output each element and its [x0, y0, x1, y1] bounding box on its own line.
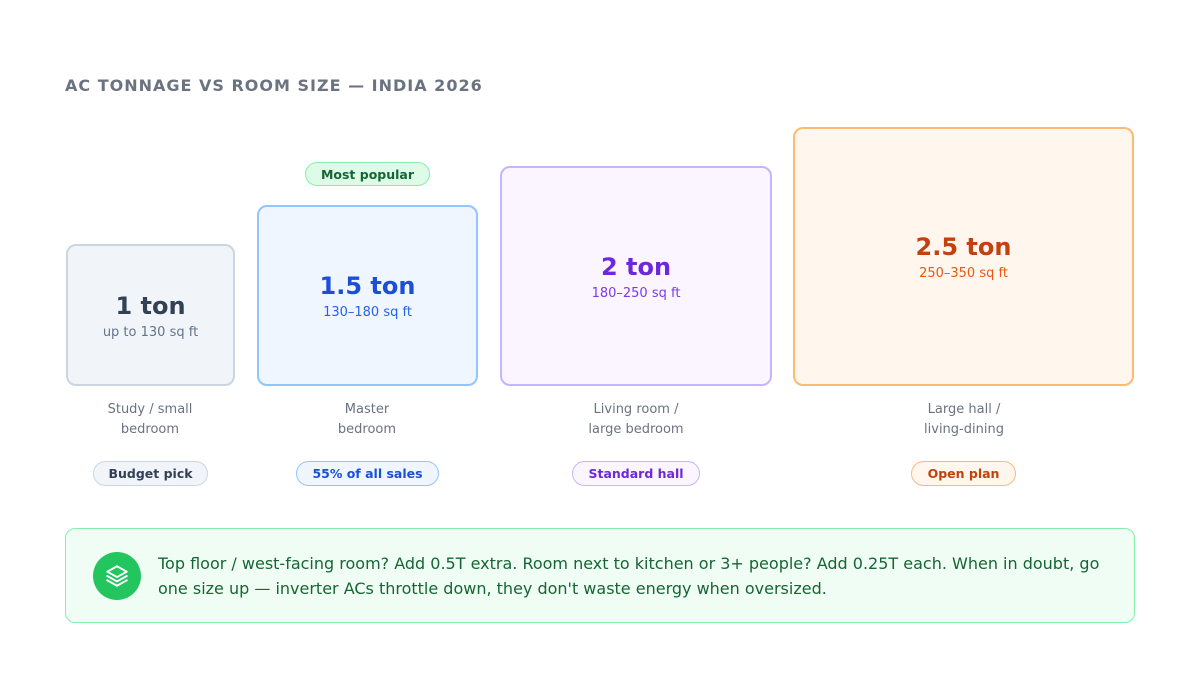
chart-title: AC TONNAGE VS ROOM SIZE — INDIA 2026 [65, 76, 483, 95]
room-type: Master bedroom [267, 400, 467, 440]
size-range: up to 130 sq ft [102, 324, 199, 340]
ton-value: 2 ton [600, 252, 672, 281]
room-type-line1: Large hall / [927, 402, 1001, 417]
card-2-ton: 2 ton 180–250 sq ft [500, 166, 772, 386]
layers-icon [93, 552, 141, 600]
room-type-line2: bedroom [337, 422, 397, 437]
room-type: Study / small bedroom [50, 400, 250, 440]
ton-value: 2.5 ton [915, 233, 1012, 261]
size-range: 180–250 sq ft [591, 285, 681, 301]
room-type-line2: large bedroom [588, 422, 684, 437]
card-2-5-ton: 2.5 ton 250–350 sq ft [793, 127, 1134, 386]
room-type: Large hall / living-dining [864, 400, 1064, 440]
tip-callout: Top floor / west-facing room? Add 0.5T e… [65, 528, 1135, 623]
room-type-line1: Master [344, 402, 390, 417]
ton-value: 1 ton [115, 291, 186, 320]
card-1-5-ton: 1.5 ton 130–180 sq ft [257, 205, 478, 386]
tag-sales-share: 55% of all sales [296, 461, 439, 486]
room-type-line1: Living room / [593, 402, 679, 417]
ton-value: 1.5 ton [319, 272, 416, 300]
tag-budget-pick: Budget pick [93, 461, 208, 486]
room-type-line2: bedroom [120, 422, 180, 437]
room-type-line2: living-dining [924, 422, 1004, 437]
tag-open-plan: Open plan [911, 461, 1016, 486]
badge-most-popular: Most popular [305, 162, 430, 186]
size-range: 130–180 sq ft [323, 305, 412, 320]
size-range: 250–350 sq ft [919, 266, 1008, 281]
tip-text: Top floor / west-facing room? Add 0.5T e… [158, 554, 1100, 598]
card-1-ton: 1 ton up to 130 sq ft [66, 244, 235, 386]
tag-standard-hall: Standard hall [572, 461, 700, 486]
room-type: Living room / large bedroom [536, 400, 736, 440]
room-type-line1: Study / small [107, 402, 193, 417]
